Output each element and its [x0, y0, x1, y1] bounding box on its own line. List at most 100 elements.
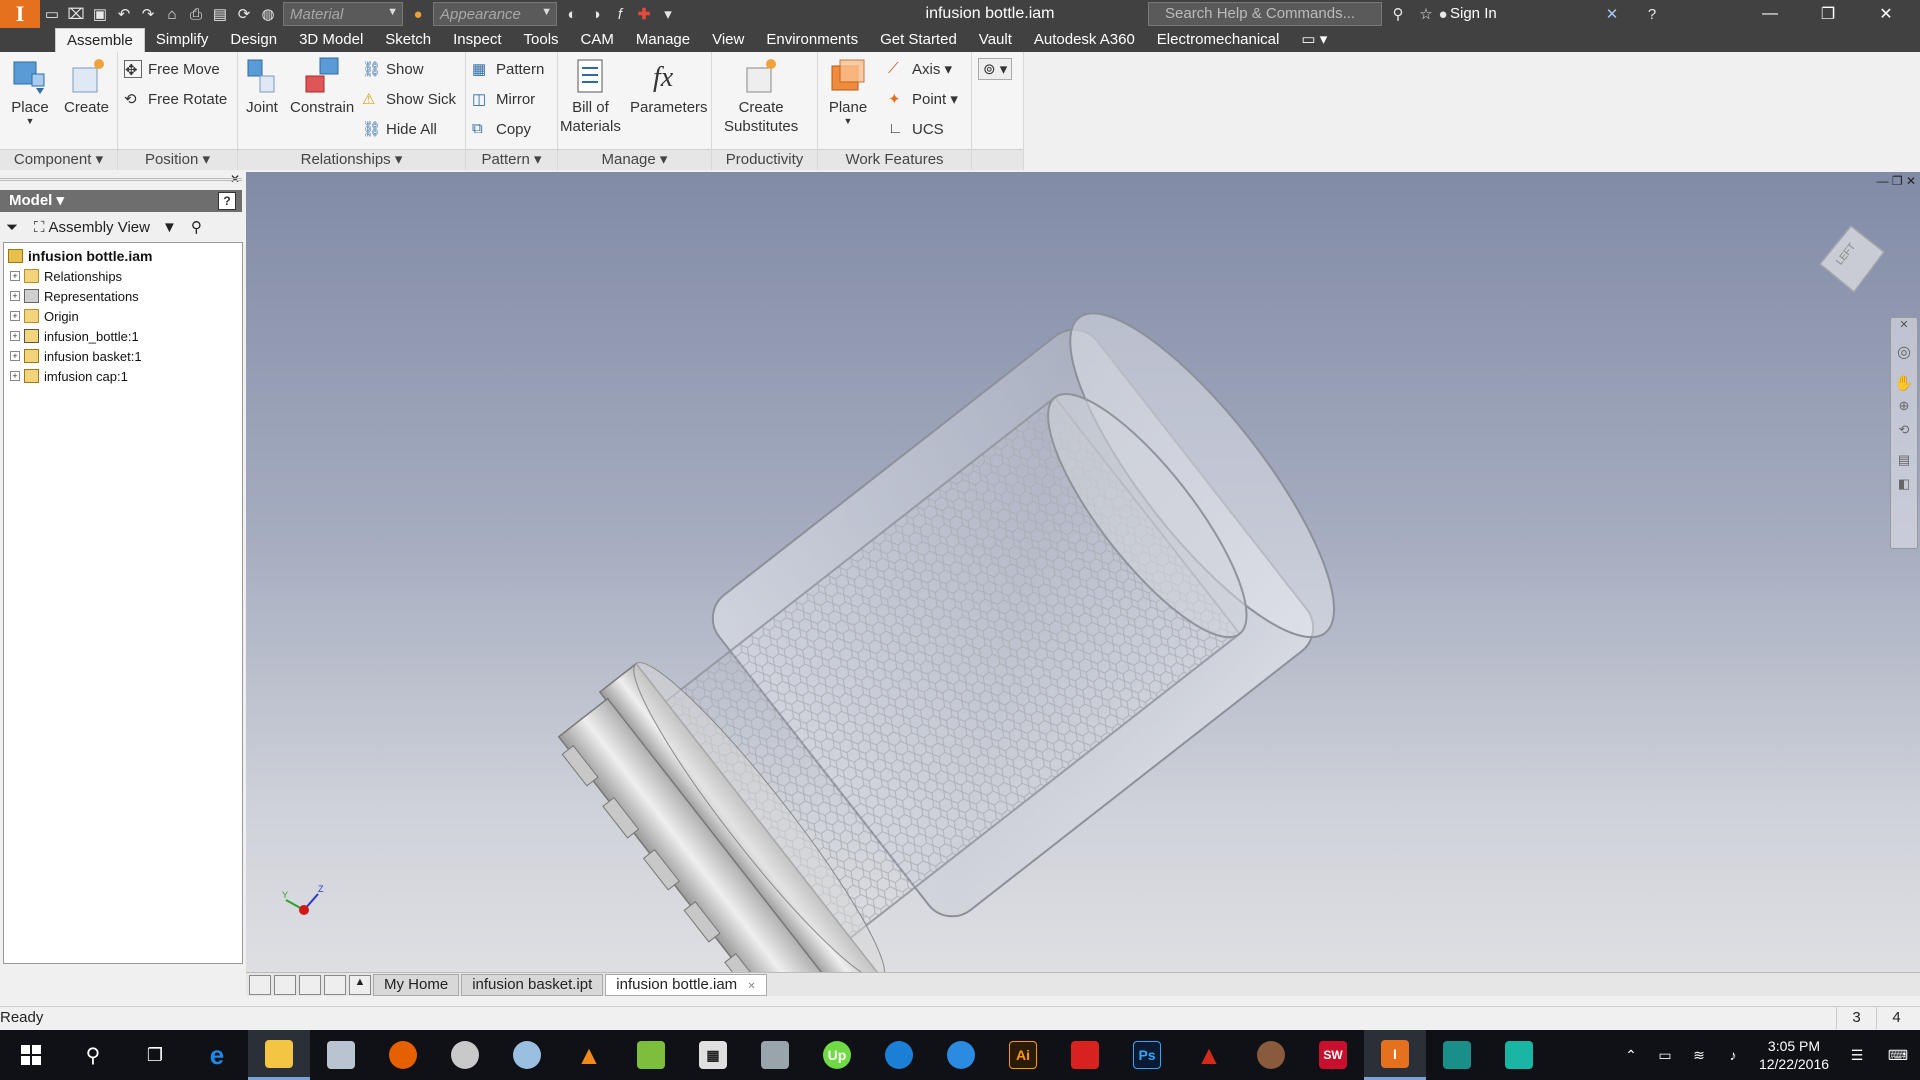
browser-grip[interactable] — [0, 178, 242, 181]
tab-electromechanical[interactable]: Electromechanical — [1146, 28, 1291, 52]
taskbar-upwork[interactable]: Up — [806, 1030, 868, 1080]
cascade-icon[interactable] — [249, 974, 271, 995]
sign-in-button[interactable]: Sign In — [1450, 0, 1497, 28]
wifi-icon[interactable]: ≋ — [1682, 1047, 1716, 1064]
tile-horizontal-icon[interactable] — [299, 974, 321, 995]
taskbar-autocad[interactable]: ▲ — [1178, 1030, 1240, 1080]
free-rotate-button[interactable]: ⟲ Free Rotate — [124, 88, 227, 110]
undo-icon[interactable]: ↶ — [112, 0, 136, 28]
home-icon[interactable]: ⌂ — [160, 0, 184, 28]
navbar-close-icon[interactable]: ✕ — [1891, 318, 1917, 342]
appearance-combo[interactable]: Appearance ▼ — [433, 2, 557, 26]
taskbar-app-16[interactable] — [930, 1030, 992, 1080]
tree-item-infusion-cap[interactable]: + imfusion cap:1 — [4, 366, 242, 386]
search-button[interactable]: ⚲ — [62, 1030, 124, 1080]
panel-options-button[interactable]: ⊚ ▾ — [978, 58, 1013, 80]
taskbar-app-25[interactable] — [1488, 1030, 1550, 1080]
plane-button[interactable]: Plane ▼ — [828, 56, 868, 126]
print-icon[interactable]: ⎙ — [184, 0, 208, 28]
search-input[interactable]: Search Help & Commands... — [1148, 2, 1382, 26]
tab-manage[interactable]: Manage — [625, 28, 701, 52]
tab-3d-model[interactable]: 3D Model — [288, 28, 374, 52]
expand-icon[interactable]: + — [10, 351, 20, 361]
taskbar-inventor[interactable]: I — [1364, 1030, 1426, 1080]
look-at-icon[interactable]: ▤ — [1891, 452, 1917, 476]
tree-item-origin[interactable]: + Origin — [4, 306, 242, 326]
clear-appearance-icon[interactable]: ◑ — [584, 0, 608, 28]
fx-icon[interactable]: f — [608, 0, 632, 28]
show-sick-button[interactable]: ⚠ Show Sick — [362, 88, 456, 110]
help-icon[interactable]: ? — [218, 192, 236, 210]
joint-button[interactable]: Joint — [242, 56, 282, 117]
start-button[interactable] — [0, 1030, 62, 1080]
copy-button[interactable]: ⧉ Copy — [472, 118, 531, 140]
tree-item-relationships[interactable]: + Relationships — [4, 266, 242, 286]
taskbar-vlc[interactable]: ▲ — [558, 1030, 620, 1080]
close-button[interactable]: ✕ — [1858, 0, 1914, 28]
steering-wheel-icon[interactable]: ◎ — [1891, 342, 1917, 374]
taskbar-photoshop[interactable]: Ps — [1116, 1030, 1178, 1080]
select-icon[interactable]: ▤ — [208, 0, 232, 28]
binoculars-icon[interactable]: ⚲ — [1386, 0, 1410, 28]
pattern-button[interactable]: ▦ Pattern — [472, 58, 544, 80]
tab-view[interactable]: View — [701, 28, 755, 52]
tab-get-started[interactable]: Get Started — [869, 28, 968, 52]
taskbar-app-6[interactable] — [310, 1030, 372, 1080]
chevron-up-icon[interactable]: ⌃ — [1614, 1047, 1648, 1064]
taskbar-acrobat[interactable] — [1054, 1030, 1116, 1080]
doc-tab-my-home[interactable]: My Home — [373, 973, 460, 996]
pattern-panel-title[interactable]: Pattern ▾ — [466, 149, 557, 170]
mirror-button[interactable]: ◫ Mirror — [472, 88, 535, 110]
position-panel-title[interactable]: Position ▾ — [118, 149, 237, 170]
taskbar-app-15[interactable] — [868, 1030, 930, 1080]
taskbar-file-explorer[interactable] — [248, 1030, 310, 1080]
expand-icon[interactable]: + — [10, 331, 20, 341]
chevron-down-icon[interactable]: ▼ — [162, 219, 177, 236]
create-substitutes-button[interactable]: Create Substitutes — [724, 56, 798, 136]
new-icon[interactable]: ▭ — [40, 0, 64, 28]
taskbar-illustrator[interactable]: Ai — [992, 1030, 1054, 1080]
graphics-viewport[interactable]: — ❐ ✕ Y Z LEFT ✕ ◎ ✋ ⊕ ⟲ ▤ ◧ — [246, 172, 1920, 972]
exchange-icon[interactable]: ✕ — [1600, 0, 1624, 28]
relationships-panel-title[interactable]: Relationships ▾ — [238, 149, 465, 170]
adjust-appearance-icon[interactable]: ◐ — [560, 0, 584, 28]
restore-button[interactable]: ❐ — [1800, 0, 1856, 28]
doc-tab-infusion-bottle[interactable]: infusion bottle.iam ✕ — [605, 973, 767, 996]
volume-icon[interactable]: ♪ — [1716, 1047, 1750, 1063]
notifications-icon[interactable]: ☰ — [1838, 1047, 1876, 1064]
customize-icon[interactable]: ▾ — [656, 0, 680, 28]
orbit-icon[interactable]: ⟲ — [1891, 422, 1917, 452]
view-face-icon[interactable]: ◧ — [1891, 476, 1917, 500]
tile-vertical-icon[interactable] — [324, 974, 346, 995]
color-wheel-icon[interactable]: ◍ — [256, 0, 280, 28]
taskbar-app-9[interactable] — [496, 1030, 558, 1080]
keyboard-icon[interactable]: ⌨ — [1876, 1047, 1920, 1064]
pan-icon[interactable]: ✋ — [1891, 374, 1917, 398]
taskbar-solidworks[interactable]: SW — [1302, 1030, 1364, 1080]
redo-icon[interactable]: ↷ — [136, 0, 160, 28]
doc-tab-infusion-basket[interactable]: infusion basket.ipt — [461, 973, 604, 996]
add-icon[interactable]: ✚ — [632, 0, 656, 28]
material-combo[interactable]: Material ▼ — [283, 2, 403, 26]
constrain-button[interactable]: Constrain — [290, 56, 354, 117]
update-icon[interactable]: ⟳ — [232, 0, 256, 28]
tab-vault[interactable]: Vault — [968, 28, 1023, 52]
tree-root[interactable]: infusion bottle.iam — [4, 246, 242, 266]
clock[interactable]: 3:05 PM 12/22/2016 — [1750, 1037, 1838, 1073]
tab-inspect[interactable]: Inspect — [442, 28, 512, 52]
open-documents-icon[interactable]: ▲ — [349, 974, 371, 995]
view-mode-select[interactable]: Assembly View — [49, 219, 150, 236]
tab-design[interactable]: Design — [219, 28, 288, 52]
tab-simplify[interactable]: Simplify — [145, 28, 220, 52]
taskbar-edge[interactable]: e — [186, 1030, 248, 1080]
taskbar-app-21[interactable] — [1240, 1030, 1302, 1080]
inventor-logo[interactable]: I — [0, 0, 40, 28]
parameters-button[interactable]: fx Parameters — [630, 56, 708, 117]
ucs-button[interactable]: ∟ UCS — [888, 118, 944, 140]
place-button[interactable]: Place ▼ — [10, 56, 50, 126]
tree-item-infusion-bottle[interactable]: + infusion_bottle:1 — [4, 326, 242, 346]
free-move-button[interactable]: ✥ Free Move — [124, 58, 220, 80]
hide-all-button[interactable]: ⛓ Hide All — [362, 118, 437, 140]
close-tab-icon[interactable]: ✕ — [747, 981, 755, 992]
show-button[interactable]: ⛓ Show — [362, 58, 424, 80]
